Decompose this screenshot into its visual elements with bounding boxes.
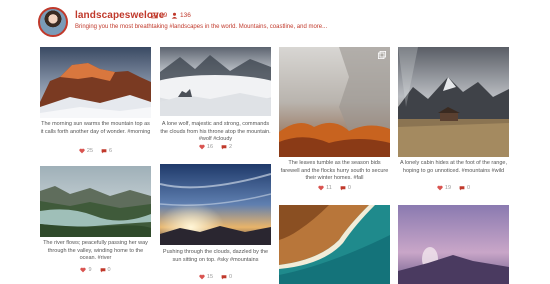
- posts-stat: 39: [151, 12, 167, 19]
- comments-stat[interactable]: 0: [459, 185, 470, 191]
- post-image[interactable]: [398, 205, 509, 284]
- comments-count: 0: [467, 185, 471, 191]
- likes-count: 19: [444, 185, 452, 191]
- post-stats: 11 0: [279, 185, 390, 191]
- comments-count: 0: [229, 274, 233, 280]
- post-stats: 19 0: [398, 185, 509, 191]
- post-image[interactable]: [40, 166, 151, 237]
- feed-post[interactable]: A lonely cabin hides at the foot of the …: [398, 47, 509, 197]
- comments-count: 2: [229, 144, 233, 150]
- likes-count: 11: [326, 185, 332, 191]
- comment-icon: [100, 268, 105, 273]
- likes-count: 15: [206, 274, 214, 280]
- feed-post[interactable]: The leaves tumble as the season bids far…: [279, 47, 390, 197]
- post-stats: 25 6: [40, 148, 151, 154]
- heart-icon: [199, 274, 205, 280]
- post-stats: 9 0: [40, 267, 151, 273]
- post-image[interactable]: [160, 47, 271, 116]
- likes-stat[interactable]: 19: [437, 185, 451, 191]
- likes-stat[interactable]: 25: [79, 148, 93, 154]
- heart-icon: [318, 185, 324, 191]
- feed-post[interactable]: [398, 205, 509, 284]
- mountain-cabin-photo: [398, 47, 509, 157]
- profile-header: landscapeswelove 39 136 Bringing you the…: [38, 7, 538, 37]
- likes-count: 25: [86, 148, 94, 154]
- posts-count: 39: [160, 12, 168, 19]
- heart-icon: [80, 267, 87, 273]
- feed-post[interactable]: A lone wolf, majestic and strong, comman…: [160, 47, 271, 157]
- heart-icon: [79, 148, 85, 154]
- feed-post[interactable]: The morning sun warms the mountain top a…: [40, 47, 151, 157]
- post-stats: 15 0: [160, 274, 271, 280]
- comments-stat[interactable]: 0: [340, 185, 351, 191]
- gallery-icon: [378, 51, 386, 59]
- volcano-dusk-photo: [398, 205, 509, 284]
- post-caption: Pushing through the clouds, dazzled by t…: [162, 249, 269, 263]
- comment-icon: [340, 186, 346, 191]
- comments-stat[interactable]: 2: [221, 144, 232, 150]
- user-icon: [171, 12, 178, 19]
- mountain-sunrise-photo: [40, 47, 151, 118]
- comment-icon: [459, 186, 465, 191]
- post-image[interactable]: [398, 47, 509, 157]
- likes-stat[interactable]: 11: [318, 185, 332, 191]
- post-caption: The morning sun warms the mountain top a…: [40, 121, 151, 135]
- feed-post[interactable]: The river flows; peacefully passing her …: [40, 166, 151, 276]
- comments-stat[interactable]: 0: [100, 267, 111, 273]
- likes-count: 16: [206, 144, 214, 150]
- aerial-coast-photo: [279, 205, 390, 284]
- profile-bio: Bringing you the most breathtaking #land…: [75, 24, 328, 30]
- followers-count: 136: [180, 12, 191, 19]
- comments-count: 0: [107, 267, 111, 273]
- comments-count: 0: [347, 185, 351, 191]
- post-image[interactable]: [160, 164, 271, 245]
- post-image[interactable]: [279, 47, 390, 157]
- likes-stat[interactable]: 9: [80, 267, 92, 273]
- comments-stat[interactable]: 6: [101, 148, 112, 154]
- image-icon: [151, 12, 158, 19]
- post-image[interactable]: [40, 47, 151, 118]
- comments-stat[interactable]: 0: [221, 274, 232, 280]
- autumn-forest-photo: [279, 47, 390, 157]
- comments-count: 6: [109, 148, 113, 154]
- river-valley-photo: [40, 166, 151, 237]
- post-image[interactable]: [279, 205, 390, 284]
- post-stats: 16 2: [160, 144, 271, 150]
- feed-post[interactable]: Pushing through the clouds, dazzled by t…: [160, 164, 271, 282]
- feed-post[interactable]: [279, 205, 390, 284]
- heart-icon: [437, 185, 443, 191]
- likes-stat[interactable]: 15: [199, 274, 213, 280]
- wolf-clouds-photo: [160, 47, 271, 116]
- post-caption: A lone wolf, majestic and strong, comman…: [160, 121, 271, 142]
- heart-icon: [199, 144, 205, 150]
- likes-count: 9: [88, 267, 92, 273]
- post-caption: A lonely cabin hides at the foot of the …: [399, 160, 508, 174]
- post-caption: The river flows; peacefully passing her …: [43, 240, 148, 261]
- comment-icon: [101, 149, 107, 154]
- sunset-sky-photo: [160, 164, 271, 245]
- profile-avatar[interactable]: [38, 7, 68, 37]
- post-caption: The leaves tumble as the season bids far…: [280, 160, 389, 181]
- comment-icon: [221, 275, 227, 280]
- comment-icon: [221, 145, 227, 150]
- likes-stat[interactable]: 16: [199, 144, 213, 150]
- followers-stat: 136: [171, 12, 191, 19]
